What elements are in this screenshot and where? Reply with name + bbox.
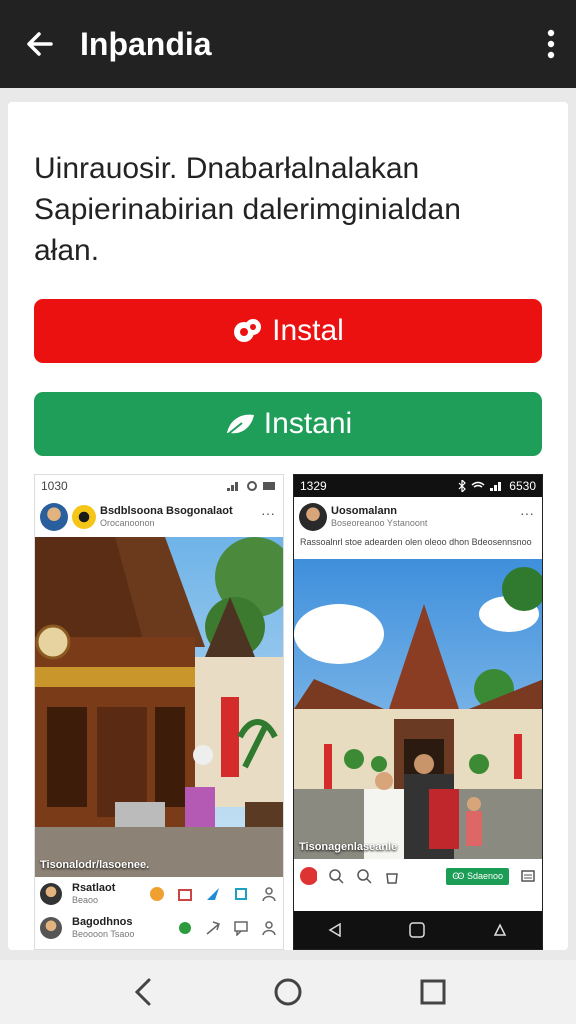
chevron-left-icon bbox=[134, 978, 151, 1006]
status-bar: 1329 6530 bbox=[294, 475, 542, 497]
plant-icon[interactable] bbox=[176, 919, 194, 937]
emoji-icon[interactable] bbox=[148, 885, 166, 903]
preview-nav-bar bbox=[294, 911, 542, 949]
screenshot-preview-right[interactable]: 1329 6530 Uosomalann Boseoreanoo Ystanoo… bbox=[293, 474, 543, 950]
footer-name: Rsatlaot bbox=[72, 882, 116, 894]
avatar[interactable] bbox=[40, 917, 62, 939]
post-subtitle: Boseoreanoo Ystanoont bbox=[331, 518, 428, 528]
nav-recents-button[interactable] bbox=[413, 972, 453, 1012]
square-recents-icon bbox=[420, 979, 446, 1005]
more-options-button[interactable] bbox=[526, 0, 576, 88]
footer-sub: Beaoo bbox=[72, 895, 99, 905]
more-vert-icon bbox=[547, 29, 555, 59]
footer-name: Bagodhnos bbox=[72, 916, 133, 928]
photo-caption: Tisonalodr/lasoenee. bbox=[40, 859, 150, 871]
temple-illustration bbox=[35, 537, 283, 877]
footer-sub: Beoooon Tsaoo bbox=[72, 929, 135, 939]
post-header: Uosomalann Boseoreanoo Ystanoont ··· bbox=[294, 497, 542, 537]
more-icon[interactable]: ··· bbox=[520, 505, 534, 521]
copy-icon[interactable] bbox=[232, 885, 250, 903]
post-author: Bsdblsoona Bsogonalaot bbox=[100, 505, 233, 517]
signal-icon bbox=[490, 482, 502, 491]
system-nav-bar bbox=[0, 960, 576, 1024]
post-footer-row: Rsatlaot Beaoo bbox=[35, 877, 283, 911]
install-icon bbox=[232, 316, 264, 346]
avatar[interactable] bbox=[72, 505, 96, 529]
post-subtitle: Orocanoonon bbox=[100, 518, 155, 528]
more-icon[interactable]: ··· bbox=[261, 505, 275, 521]
post-photo[interactable]: Tisonalodr/lasoenee. bbox=[35, 537, 283, 877]
temple-illustration bbox=[294, 559, 542, 859]
wifi-icon bbox=[471, 481, 485, 488]
avatar[interactable] bbox=[299, 867, 317, 885]
install-button-secondary[interactable]: Instani bbox=[34, 392, 542, 456]
install-button-label: Instal bbox=[272, 314, 344, 347]
store-icon[interactable] bbox=[176, 885, 194, 903]
content-card: Uinrauosir. Dnabarłalnalakan Sapierinabi… bbox=[8, 102, 568, 950]
list-icon[interactable] bbox=[519, 867, 537, 885]
install-button-primary[interactable]: Instal bbox=[34, 299, 542, 363]
back-icon[interactable] bbox=[328, 923, 342, 937]
comment-icon[interactable] bbox=[232, 919, 250, 937]
post-photo[interactable]: Tisonagenlaseanle bbox=[294, 559, 542, 859]
nav-home-button[interactable] bbox=[268, 972, 308, 1012]
battery-level: 6530 bbox=[509, 479, 536, 493]
search-icon[interactable] bbox=[327, 867, 345, 885]
profile-icon[interactable] bbox=[260, 919, 278, 937]
status-bar: 1030 bbox=[35, 475, 283, 497]
arrow-left-icon bbox=[27, 32, 53, 56]
page-title: Inþandia bbox=[80, 25, 212, 62]
back-button[interactable] bbox=[0, 0, 80, 88]
photo-caption: Tisonagenlaseanle bbox=[299, 841, 398, 853]
status-time: 1329 bbox=[300, 479, 327, 493]
post-footer-row: Bagodhnos Beoooon Tsaoo bbox=[35, 911, 283, 945]
signal-icon bbox=[227, 482, 238, 491]
search-icon[interactable] bbox=[355, 867, 373, 885]
description-text: Uinrauosir. Dnabarłalnalakan Sapierinabi… bbox=[34, 152, 461, 267]
status-time: 1030 bbox=[41, 479, 68, 493]
bluetooth-icon bbox=[458, 480, 467, 492]
post-header: Bsdblsoona Bsogonalaot Orocanoonon ··· bbox=[35, 497, 283, 537]
avatar[interactable] bbox=[40, 883, 62, 905]
post-actions: Ꙭ Sdaenoo bbox=[294, 859, 542, 893]
action-button[interactable]: Ꙭ Sdaenoo bbox=[446, 867, 509, 885]
profile-icon[interactable] bbox=[260, 885, 278, 903]
share-icon[interactable] bbox=[204, 885, 222, 903]
post-caption: Rassoalnrl stoe adearden olen oleoo dhon… bbox=[300, 537, 532, 547]
send-icon[interactable] bbox=[204, 919, 222, 937]
settings-icon bbox=[247, 481, 257, 491]
bag-icon[interactable] bbox=[383, 867, 401, 885]
nav-back-button[interactable] bbox=[123, 972, 163, 1012]
recents-icon[interactable] bbox=[492, 922, 508, 938]
screenshot-preview-left[interactable]: 1030 Bsdblsoona Bsogonalaot Orocanoonon … bbox=[34, 474, 284, 950]
home-icon[interactable] bbox=[409, 922, 425, 938]
post-author: Uosomalann bbox=[331, 505, 398, 517]
circle-home-icon bbox=[274, 978, 302, 1006]
leaf-icon bbox=[224, 409, 256, 439]
avatar[interactable] bbox=[40, 503, 68, 531]
secondary-button-label: Instani bbox=[263, 407, 353, 440]
avatar[interactable] bbox=[299, 503, 327, 531]
app-bar: Inþandia bbox=[0, 0, 576, 88]
battery-icon bbox=[263, 482, 275, 490]
